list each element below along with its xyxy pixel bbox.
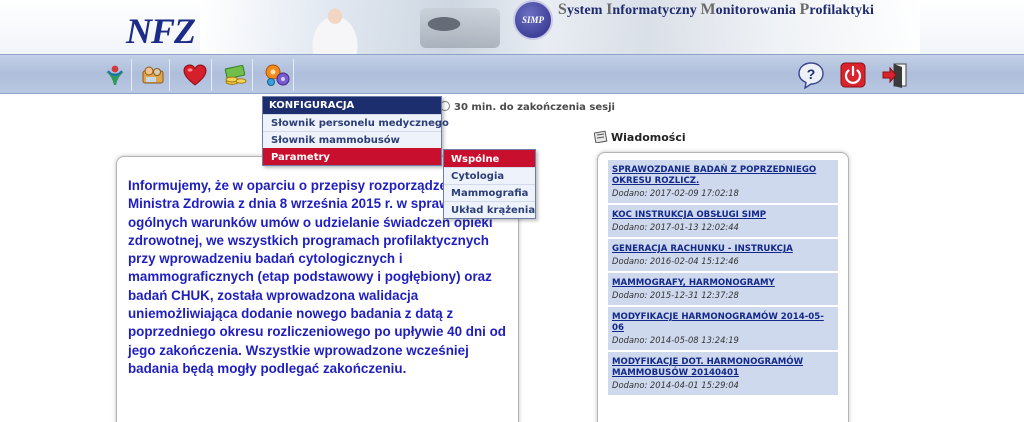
submenu-item-cytology[interactable]: Cytologia <box>444 167 535 184</box>
money-icon <box>224 64 246 85</box>
news-panel: SPRAWOZDANIE BADAŃ Z POPRZEDNIEGO OKRESU… <box>597 152 849 422</box>
help-button[interactable]: ? <box>794 59 828 91</box>
news-item-link[interactable]: GENERACJA RACHUNKU - INSTRUKCJA <box>612 244 834 255</box>
system-title-word: nformatyczny <box>612 3 701 18</box>
power-icon <box>840 62 866 88</box>
header-banner: NFZ SIMP System Informatyczny Monitorowa… <box>0 0 1024 54</box>
news-item: KOC INSTRUKCJA OBSŁUGI SIMP Dodano: 2017-… <box>608 205 838 237</box>
settings-gears-icon <box>265 64 289 86</box>
banner-microscope-image <box>420 8 500 48</box>
system-title-initial: P <box>799 1 810 18</box>
news-item: GENERACJA RACHUNKU - INSTRUKCJA Dodano: 2… <box>608 239 838 271</box>
system-title-initial: S <box>558 1 567 18</box>
news-item-link[interactable]: MODYFIKACJE HARMONOGRAMÓW 2014-05-06 <box>612 312 834 334</box>
news-item: SPRAWOZDANIE BADAŃ Z POPRZEDNIEGO OKRESU… <box>608 160 838 203</box>
app-page: NFZ SIMP System Informatyczny Monitorowa… <box>0 0 1024 422</box>
news-item-date: Dodano: 2017-02-09 17:02:18 <box>612 188 739 198</box>
news-item: MODYFIKACJE HARMONOGRAMÓW 2014-05-06 Doda… <box>608 307 838 350</box>
news-item-date: Dodano: 2015-12-31 12:37:28 <box>612 290 739 300</box>
system-title-initial: M <box>700 1 716 18</box>
main-toolbar: ? <box>0 54 1024 94</box>
news-item-date: Dodano: 2014-04-01 15:29:04 <box>612 380 739 390</box>
news-item-date: Dodano: 2016-02-04 15:12:46 <box>612 256 739 266</box>
person-icon <box>105 65 124 85</box>
money-button[interactable] <box>219 59 253 91</box>
news-list: SPRAWOZDANIE BADAŃ Z POPRZEDNIEGO OKRESU… <box>608 160 838 395</box>
menu-header: KONFIGURACJA <box>263 97 441 114</box>
news-item-date: Dodano: 2014-05-08 13:24:19 <box>612 335 739 345</box>
news-item-link[interactable]: MODYFIKACJE DOT. HARMONOGRAMÓW MAMMOBUSÓ… <box>612 357 834 379</box>
submenu-item-circulatory-system[interactable]: Układ krążenia <box>444 201 535 218</box>
patients-button[interactable] <box>136 59 170 91</box>
news-item: MAMMOGRAFY, HARMONOGRAMY Dodano: 2015-12-… <box>608 273 838 305</box>
submenu-item-common[interactable]: Wspólne <box>444 150 535 167</box>
nfz-logo[interactable]: NFZ <box>126 10 196 52</box>
parameters-submenu: Wspólne Cytologia Mammografia Układ krążeni… <box>443 149 536 219</box>
news-item-link[interactable]: KOC INSTRUKCJA OBSŁUGI SIMP <box>612 210 834 221</box>
news-header: Wiadomości <box>593 130 686 146</box>
menu-item-staff-dictionary[interactable]: Słownik personelu medycznego <box>263 114 449 131</box>
news-title: Wiadomości <box>611 131 686 144</box>
session-timer: 30 min. do zakończenia sesji <box>440 101 615 113</box>
banner-scientist-image <box>300 0 370 54</box>
settings-button[interactable] <box>260 59 294 91</box>
heart-button[interactable] <box>178 59 212 91</box>
svg-text:?: ? <box>807 66 816 82</box>
news-item-link[interactable]: SPRAWOZDANIE BADAŃ Z POPRZEDNIEGO OKRESU… <box>612 165 834 187</box>
menu-item-mammobus-dictionary[interactable]: Słownik mammobusów <box>263 131 441 148</box>
system-title: System Informatyczny Monitorowania Profi… <box>558 1 874 19</box>
heart-icon <box>182 64 207 86</box>
configuration-menu: KONFIGURACJA Słownik personelu medyczneg… <box>262 96 449 166</box>
system-title-word: ystem <box>567 3 607 18</box>
system-title-word: rofilaktyki <box>809 3 875 18</box>
person-button[interactable] <box>98 59 132 91</box>
system-title-word: onitorowania <box>715 3 800 18</box>
news-item-link[interactable]: MAMMOGRAFY, HARMONOGRAMY <box>612 278 834 289</box>
news-item: MODYFIKACJE DOT. HARMONOGRAMÓW MAMMOBUSÓ… <box>608 352 838 395</box>
help-icon: ? <box>798 62 824 89</box>
menu-item-parameters[interactable]: Parametry <box>263 148 441 165</box>
power-button[interactable] <box>836 59 870 91</box>
submenu-item-mammography[interactable]: Mammografia <box>444 184 535 201</box>
newspaper-icon <box>593 130 608 146</box>
logout-icon <box>882 63 907 88</box>
session-timer-text: 30 min. do zakończenia sesji <box>454 102 615 113</box>
logout-button[interactable] <box>878 59 912 91</box>
simp-badge-logo: SIMP <box>513 0 553 40</box>
patients-icon <box>142 66 163 84</box>
news-item-date: Dodano: 2017-01-13 12:02:44 <box>612 222 739 232</box>
